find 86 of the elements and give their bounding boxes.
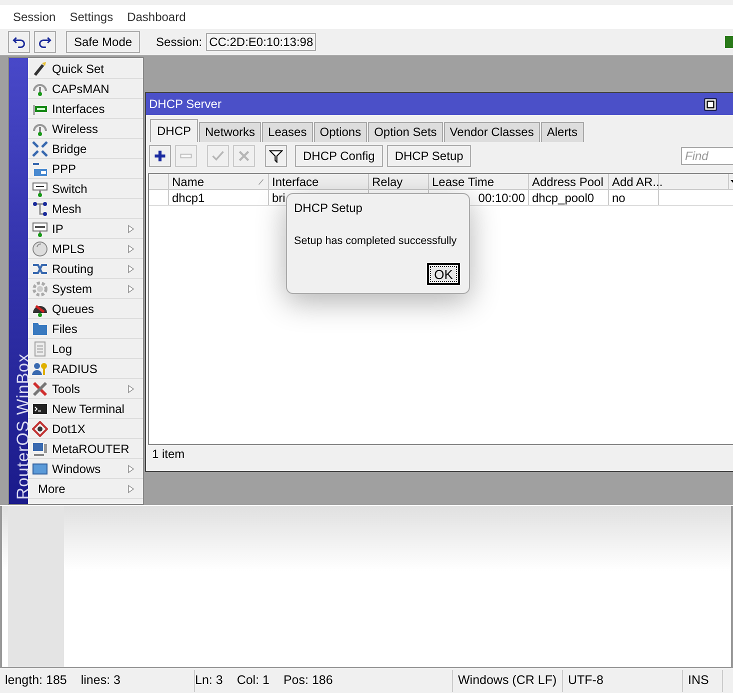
side-menu-item[interactable]: Log: [28, 339, 143, 359]
text-button[interactable]: DHCP Config: [295, 145, 383, 167]
column-header[interactable]: Name: [169, 174, 269, 189]
tab[interactable]: Leases: [262, 122, 313, 142]
table-cell: no: [609, 190, 659, 205]
side-menu-item[interactable]: RADIUS: [28, 359, 143, 379]
safe-mode-button[interactable]: Safe Mode: [66, 31, 140, 53]
side-menu-item[interactable]: Routing: [28, 259, 143, 279]
side-menu-item[interactable]: Windows: [28, 459, 143, 479]
monitor-icon: [32, 220, 48, 236]
status-text: UTF-8: [568, 672, 604, 690]
undo-icon: [12, 35, 26, 49]
side-menu-item[interactable]: Wireless: [28, 119, 143, 139]
ppp-icon: [32, 160, 48, 176]
cross-icon: [237, 149, 251, 163]
gear-icon: [32, 280, 48, 296]
window-title: DHCP Server: [149, 96, 222, 113]
side-menu-item[interactable]: Tools: [28, 379, 143, 399]
document-icon: [32, 340, 48, 356]
status-text: Ln: 3: [195, 672, 223, 690]
menu-item[interactable]: Dashboard: [127, 8, 186, 26]
session-label: Session:: [156, 34, 202, 51]
status-text: Windows (CR LF): [458, 672, 557, 690]
side-menu-item[interactable]: MPLS: [28, 239, 143, 259]
users-icon: [32, 360, 48, 376]
ok-button[interactable]: OK: [427, 263, 460, 285]
tab[interactable]: Vendor Classes: [444, 122, 540, 142]
column-header[interactable]: Interface: [269, 174, 369, 189]
switch-icon: [32, 180, 48, 196]
side-menu-item[interactable]: Dot1X: [28, 419, 143, 439]
window-icon: [32, 460, 48, 476]
tab[interactable]: Networks: [199, 122, 262, 142]
status-indicator-icon: [725, 36, 733, 48]
tab[interactable]: DHCP: [150, 119, 198, 142]
menu-item[interactable]: Session: [13, 8, 56, 26]
side-menu-item[interactable]: New Terminal: [28, 399, 143, 419]
tab[interactable]: Options: [314, 122, 368, 142]
tab[interactable]: Option Sets: [368, 122, 443, 142]
side-menu-item[interactable]: Queues: [28, 299, 143, 319]
status-text: Col: 1: [236, 672, 270, 690]
item-count: 1 item: [151, 446, 185, 462]
table-cell: dhcp1: [169, 190, 269, 205]
redo-button[interactable]: [34, 31, 56, 53]
table-cell: dhcp_pool0: [529, 190, 609, 205]
side-menu-item[interactable]: System: [28, 279, 143, 299]
status-text: length: 185: [5, 672, 67, 690]
mesh-icon: [32, 200, 48, 216]
plus-icon: [153, 149, 167, 163]
wand-icon: [32, 60, 48, 76]
tab[interactable]: Alerts: [540, 122, 584, 142]
column-header[interactable]: Lease Time: [429, 174, 529, 189]
side-menu-item[interactable]: MetaROUTER: [28, 439, 143, 459]
check-icon: [211, 149, 225, 163]
folder-icon: [32, 320, 48, 336]
column-header[interactable]: Address Pool: [529, 174, 609, 189]
session-field[interactable]: CC:2D:E0:10:13:98: [206, 33, 316, 51]
computer-icon: [32, 440, 48, 456]
add-button[interactable]: [149, 145, 171, 167]
status-text: lines: 3: [80, 672, 120, 690]
menu-item[interactable]: Settings: [70, 8, 114, 26]
side-menu-item[interactable]: Quick Set: [28, 59, 143, 79]
text-button[interactable]: DHCP Setup: [386, 145, 472, 167]
side-menu-item[interactable]: CAPsMAN: [28, 79, 143, 99]
tools-icon: [32, 380, 48, 396]
undo-button[interactable]: [8, 31, 30, 53]
status-text: Pos: 186: [283, 672, 333, 690]
side-menu-item[interactable]: PPP: [28, 159, 143, 179]
side-menu-item[interactable]: Files: [28, 319, 143, 339]
disc-icon: [32, 240, 48, 256]
maximize-icon: [704, 98, 717, 110]
find-field[interactable]: Find: [681, 147, 733, 165]
side-menu-item[interactable]: More: [28, 479, 143, 499]
side-menu-item[interactable]: IP: [28, 219, 143, 239]
target-icon: [32, 420, 48, 436]
side-menu-item[interactable]: Mesh: [28, 199, 143, 219]
side-menu-item[interactable]: Bridge: [28, 139, 143, 159]
filter-button[interactable]: [265, 145, 287, 167]
column-header[interactable]: Relay: [369, 174, 429, 189]
sort-icon: [258, 178, 264, 186]
side-menu-item[interactable]: Switch: [28, 179, 143, 199]
side-menu-item[interactable]: Interfaces: [28, 99, 143, 119]
arrows-icon: [32, 140, 48, 156]
filter-icon: [269, 149, 283, 163]
dialog-message: Setup has completed successfully: [294, 234, 457, 249]
status-text: INS: [688, 672, 709, 690]
redo-icon: [38, 35, 52, 49]
